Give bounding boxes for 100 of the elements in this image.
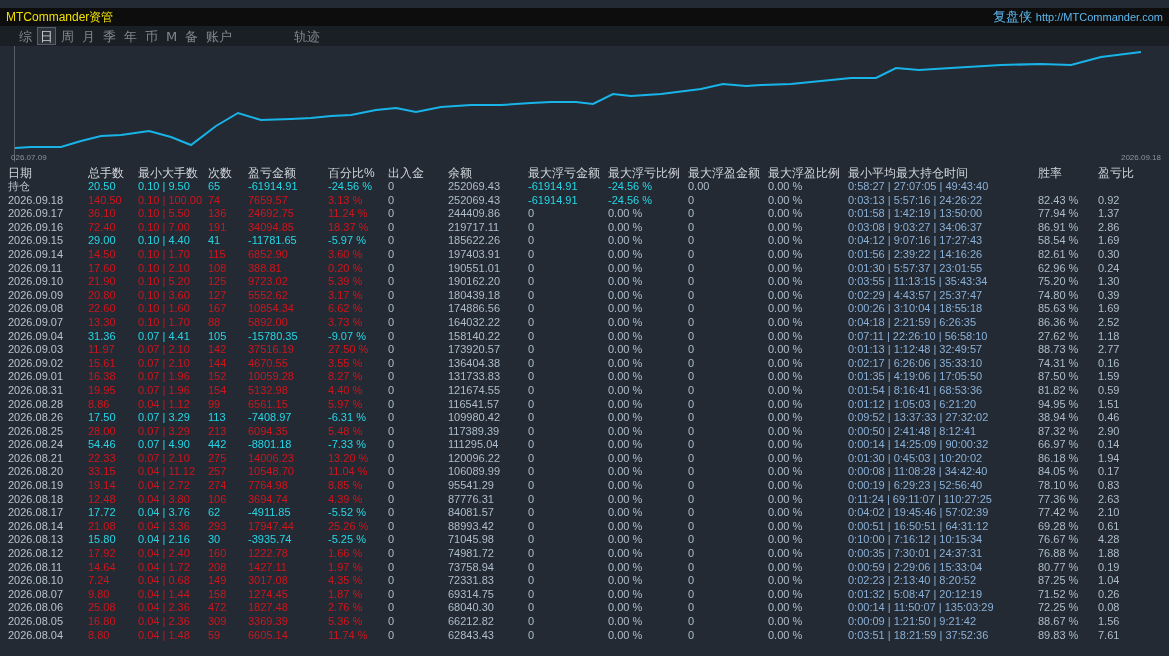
table-cell-text: 149 — [208, 574, 228, 588]
table-cell-text: 0 — [388, 615, 396, 629]
table-cell-text: 0.16 — [1098, 356, 1121, 371]
table-cell-text: 0 — [688, 560, 696, 575]
table-cell-text: 3017.08 — [248, 574, 289, 588]
table-cell-text: 0 — [528, 587, 536, 602]
table-cell-text: 0 — [388, 465, 396, 480]
table-cell-text: 15.61 — [88, 356, 117, 371]
table-cell-text: 1.97 % — [328, 560, 364, 575]
table-cell-text: 71045.98 — [448, 533, 495, 548]
period-tab[interactable]: 轨迹 — [291, 27, 324, 45]
table-cell-text: 22.60 — [88, 302, 117, 316]
table-cell-text: 0.04 | 3.36 — [138, 519, 191, 534]
table-cell-text: 0.00 % — [768, 302, 804, 316]
table-cell-text: 86.36 % — [1038, 315, 1080, 330]
table-cell-text: 2026.09.17 — [8, 207, 65, 221]
table-cell-text: 7764.98 — [248, 479, 289, 493]
period-tab[interactable]: 日 — [37, 27, 56, 45]
table-cell-text: 0.00 % — [608, 411, 644, 425]
table-cell-text: 74 — [208, 193, 222, 208]
table-cell-text: 0 — [388, 370, 396, 384]
table-cell-text: 1.37 — [1098, 207, 1121, 221]
table-cell-text: 0.00 % — [768, 615, 804, 629]
table-cell-text: 1.51 — [1098, 397, 1121, 412]
column-header: 最大浮亏金额 — [528, 165, 601, 182]
table-cell-text: 34094.85 — [248, 220, 295, 235]
period-tab[interactable]: 账户 — [203, 27, 236, 45]
table-cell-text: 117389.39 — [448, 424, 501, 439]
table-cell-text: 2026.08.20 — [8, 465, 65, 480]
table-cell-text: 0.00 % — [768, 180, 804, 194]
table-cell-text: 0 — [528, 411, 536, 425]
table-cell-text: 0.00 % — [768, 370, 804, 384]
table-cell-text: 0 — [388, 234, 396, 248]
table-cell-text: 88.67 % — [1038, 615, 1080, 629]
table-cell-text: 275 — [208, 451, 228, 466]
table-cell-text: 0.00 % — [768, 356, 804, 371]
table-cell-text: 0.00 % — [608, 601, 644, 615]
period-tab[interactable]: M — [163, 27, 181, 45]
table-cell-text: 19.14 — [88, 479, 117, 493]
table-cell-text: 17.72 — [88, 506, 117, 520]
table-cell-text: 62.96 % — [1038, 261, 1080, 276]
table-cell-text: 0 — [688, 247, 696, 262]
table-cell-text: 0 — [688, 397, 696, 412]
table-cell-text: 0.00 % — [608, 329, 644, 344]
table-cell-text: 0:00:08 | 11:08:28 | 34:42:40 — [848, 465, 989, 480]
period-tab[interactable]: 月 — [79, 27, 98, 45]
table-cell-text: 0:01:58 | 1:42:19 | 13:50:00 — [848, 207, 984, 221]
table-cell-text: 84081.57 — [448, 506, 495, 520]
table-cell-text: 0 — [688, 547, 696, 561]
table-cell-text: 0.00 % — [768, 479, 804, 493]
table-cell-text: 2026.08.12 — [8, 547, 65, 561]
table-cell-text: 388.81 — [248, 261, 283, 276]
table-cell-text: 0.00 % — [768, 560, 804, 575]
table-cell-text: 131733.83 — [448, 370, 501, 384]
table-cell-text: 0 — [528, 424, 536, 439]
table-cell-text: 2.90 — [1098, 424, 1121, 439]
table-cell-text: 0.10 | 5.50 — [138, 207, 191, 221]
table-cell-text: 0.00 % — [608, 383, 644, 398]
table-cell-text: 0.00 % — [608, 370, 644, 384]
table-cell-text: 11.04 % — [328, 465, 369, 480]
table-cell-text: 0 — [688, 302, 696, 316]
table-cell-text: 2026.08.10 — [8, 574, 65, 588]
table-cell-text: 0.00 % — [608, 234, 644, 248]
table-cell-text: 0 — [688, 261, 696, 276]
table-cell-text: 0.61 — [1098, 519, 1121, 534]
table-cell-text: 0 — [528, 261, 536, 276]
table-cell-text: 30 — [208, 533, 222, 548]
table-cell-text: 0.00 % — [768, 506, 804, 520]
period-tab[interactable]: 季 — [100, 27, 119, 45]
table-cell-text: 0 — [688, 438, 696, 452]
website-link[interactable]: http://MTCommander.com — [1035, 11, 1163, 23]
table-cell-text: 2026.09.18 — [8, 193, 65, 208]
period-tab[interactable]: 周 — [58, 27, 77, 45]
table-cell-text: 5552.62 — [248, 288, 289, 303]
table-cell-text: 0.00 % — [768, 329, 804, 344]
table-cell-text: 0 — [388, 424, 396, 439]
table-cell-text: 0:01:35 | 4:19:06 | 17:05:50 — [848, 370, 984, 384]
period-tab[interactable]: 年 — [121, 27, 140, 45]
table-cell-text: 0 — [388, 628, 396, 643]
table-cell-text: 69314.75 — [448, 587, 495, 602]
table-cell-text: 0 — [528, 533, 536, 548]
table-cell-text: 95541.29 — [448, 479, 495, 493]
table-cell-text: -9.07 % — [328, 329, 367, 344]
table-cell-text: 2026.08.28 — [8, 397, 65, 412]
table-cell-text: 72.40 — [88, 220, 117, 235]
period-tab[interactable]: 综 — [16, 27, 35, 45]
table-cell-text: 2026.08.18 — [8, 492, 65, 507]
column-header: 最小平均最大持仓时间 — [848, 165, 969, 182]
table-cell-text: 115 — [208, 247, 227, 262]
table-cell-text: 0.04 | 11.12 — [138, 465, 197, 480]
table-cell-text: 0.00 % — [608, 207, 644, 221]
table-cell-text: 持仓 — [8, 180, 31, 194]
column-header: 胜率 — [1038, 165, 1063, 182]
table-cell-text: -5.25 % — [328, 533, 367, 548]
period-tab[interactable]: 币 — [142, 27, 161, 45]
table-cell-text: 2026.08.07 — [8, 587, 65, 602]
period-tab[interactable]: 备 — [182, 27, 202, 45]
table-cell-text: 0.00 % — [768, 492, 804, 507]
table-cell-text: 0.10 | 4.40 — [138, 234, 191, 248]
table-cell-text: 0.04 | 1.48 — [138, 628, 191, 643]
